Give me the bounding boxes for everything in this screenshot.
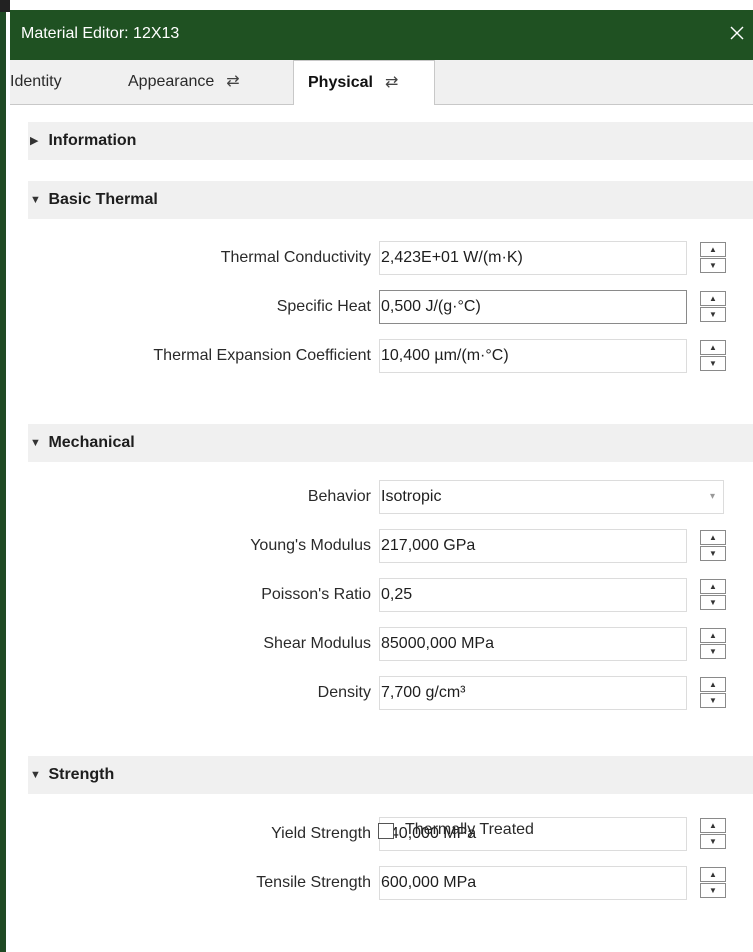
tab-appearance-label: Appearance (128, 73, 215, 90)
spin-down-icon[interactable]: ▼ (700, 883, 726, 898)
section-header-basic-thermal[interactable]: ▼ Basic Thermal (28, 181, 753, 219)
section-title: Basic Thermal (48, 191, 158, 208)
spin-up-icon[interactable]: ▲ (700, 818, 726, 833)
spin-down-icon[interactable]: ▼ (700, 307, 726, 322)
property-label: Thermal Conductivity (220, 249, 371, 266)
section-title: Strength (48, 766, 115, 783)
spin-down-icon[interactable]: ▼ (700, 693, 726, 708)
tab-identity-label: Identity (10, 73, 62, 90)
tab-physical[interactable]: Physical ⇄ (293, 60, 435, 106)
spin-up-icon[interactable]: ▲ (700, 677, 726, 692)
property-row-thermal-expansion: Thermal Expansion Coefficient 10,400 µm/… (28, 337, 753, 375)
tensile-strength-field[interactable]: 600,000 MPa (379, 866, 687, 900)
background-window-strip (0, 12, 6, 952)
section-title: Mechanical (48, 434, 135, 451)
window-title: Material Editor: 12X13 (21, 25, 180, 42)
spin-up-icon[interactable]: ▲ (700, 628, 726, 643)
spin-down-icon[interactable]: ▼ (700, 356, 726, 371)
shear-modulus-field[interactable]: 85000,000 MPa (379, 627, 687, 661)
section-header-mechanical[interactable]: ▼ Mechanical (28, 424, 753, 462)
expand-arrow-icon: ▶ (30, 135, 39, 147)
collapse-arrow-icon: ▼ (30, 437, 41, 449)
spinner: ▲ ▼ (700, 627, 726, 661)
property-label: Density (317, 684, 371, 701)
spin-down-icon[interactable]: ▼ (700, 258, 726, 273)
tab-identity[interactable]: Identity (10, 60, 62, 104)
collapse-arrow-icon: ▼ (30, 194, 41, 206)
spinner: ▲ ▼ (700, 241, 726, 275)
thermally-treated-checkbox[interactable] (378, 823, 394, 839)
spin-down-icon[interactable]: ▼ (700, 834, 726, 849)
poissons-ratio-field[interactable]: 0,25 (379, 578, 687, 612)
property-row-youngs-modulus: Young's Modulus 217,000 GPa ▲ ▼ (28, 527, 753, 565)
close-icon[interactable] (725, 19, 749, 47)
property-row-specific-heat: Specific Heat 0,500 J/(g·°C) ▲ ▼ (28, 288, 753, 326)
spinner: ▲ ▼ (700, 578, 726, 612)
property-label: Shear Modulus (263, 635, 371, 652)
title-bar[interactable]: Material Editor: 12X13 (10, 10, 753, 60)
behavior-value: Isotropic (381, 488, 442, 505)
tab-appearance[interactable]: Appearance ⇄ (128, 60, 240, 104)
property-label: Behavior (307, 488, 371, 505)
property-label: Yield Strength (271, 825, 371, 842)
property-row-behavior: Behavior Isotropic ▾ (28, 478, 753, 516)
spinner: ▲ ▼ (700, 529, 726, 563)
dropdown-arrow-icon: ▾ (709, 491, 715, 502)
tab-physical-label: Physical (308, 74, 373, 91)
spinner: ▲ ▼ (700, 866, 726, 900)
section-title: Information (48, 132, 137, 149)
swap-icon[interactable]: ⇄ (385, 74, 398, 91)
thermal-conductivity-field[interactable]: 2,423E+01 W/(m·K) (379, 241, 687, 275)
swap-icon[interactable]: ⇄ (226, 73, 239, 90)
spinner: ▲ ▼ (700, 290, 726, 324)
thermal-expansion-field[interactable]: 10,400 µm/(m·°C) (379, 339, 687, 373)
property-row-density: Density 7,700 g/cm³ ▲ ▼ (28, 674, 753, 712)
section-header-information[interactable]: ▶ Information (28, 122, 753, 160)
checkbox-label: Thermally Treated (405, 821, 534, 838)
spin-up-icon[interactable]: ▲ (700, 340, 726, 355)
property-label: Tensile Strength (256, 874, 371, 891)
specific-heat-field[interactable]: 0,500 J/(g·°C) (379, 290, 687, 324)
behavior-select[interactable]: Isotropic ▾ (379, 480, 724, 514)
tab-bar: Identity Appearance ⇄ Physical ⇄ (10, 60, 753, 106)
property-label: Poisson's Ratio (261, 586, 371, 603)
material-editor-window: Material Editor: 12X13 Identity Appearan… (10, 10, 753, 952)
spinner: ▲ ▼ (700, 676, 726, 710)
background-window-edge (0, 0, 10, 952)
property-row-poissons-ratio: Poisson's Ratio 0,25 ▲ ▼ (28, 576, 753, 614)
property-row-tensile-strength: Tensile Strength 600,000 MPa ▲ ▼ (28, 864, 753, 902)
density-field[interactable]: 7,700 g/cm³ (379, 676, 687, 710)
spin-up-icon[interactable]: ▲ (700, 291, 726, 306)
youngs-modulus-field[interactable]: 217,000 GPa (379, 529, 687, 563)
spin-down-icon[interactable]: ▼ (700, 644, 726, 659)
property-label: Specific Heat (276, 298, 371, 315)
property-row-shear-modulus: Shear Modulus 85000,000 MPa ▲ ▼ (28, 625, 753, 663)
spin-up-icon[interactable]: ▲ (700, 242, 726, 257)
collapse-arrow-icon: ▼ (30, 769, 41, 781)
property-label: Young's Modulus (250, 537, 371, 554)
background-window-corner (0, 0, 10, 12)
spinner: ▲ ▼ (700, 339, 726, 373)
spin-down-icon[interactable]: ▼ (700, 595, 726, 610)
section-header-strength[interactable]: ▼ Strength (28, 756, 753, 794)
spinner: ▲ ▼ (700, 817, 726, 851)
property-label: Thermal Expansion Coefficient (153, 347, 371, 364)
spin-up-icon[interactable]: ▲ (700, 579, 726, 594)
spin-up-icon[interactable]: ▲ (700, 867, 726, 882)
spin-down-icon[interactable]: ▼ (700, 546, 726, 561)
property-row-thermal-conductivity: Thermal Conductivity 2,423E+01 W/(m·K) ▲… (28, 239, 753, 277)
spin-up-icon[interactable]: ▲ (700, 530, 726, 545)
